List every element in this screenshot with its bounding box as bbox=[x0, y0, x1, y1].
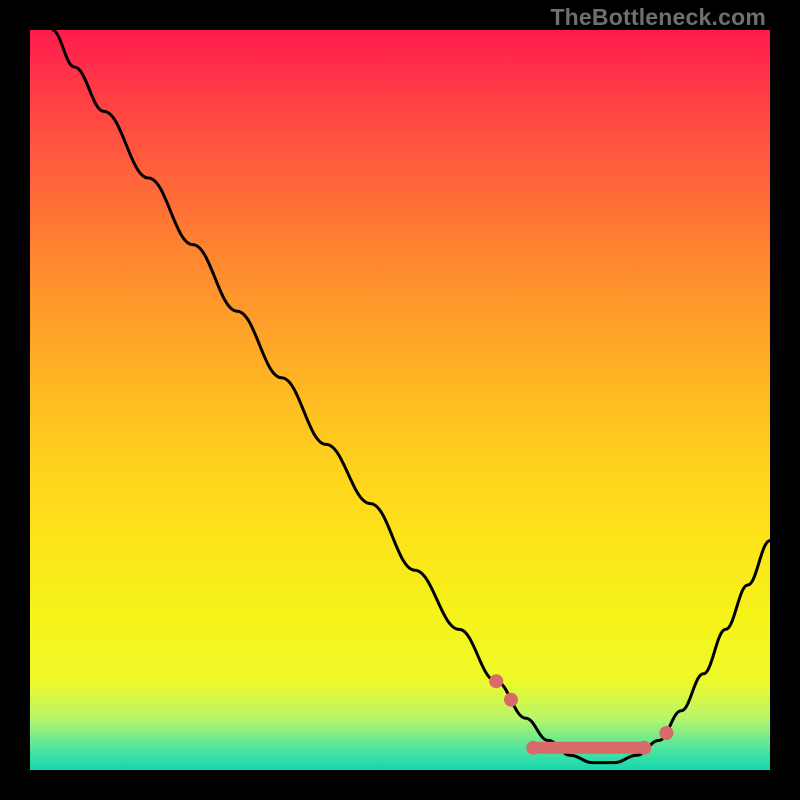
marker-dot bbox=[489, 674, 503, 688]
chart-svg bbox=[30, 30, 770, 770]
marker-dot bbox=[659, 726, 673, 740]
marker-dot bbox=[526, 741, 540, 755]
plot-area bbox=[30, 30, 770, 770]
curve-markers bbox=[489, 674, 673, 755]
marker-dot bbox=[504, 693, 518, 707]
marker-pill bbox=[533, 742, 644, 754]
watermark-text: TheBottleneck.com bbox=[550, 4, 766, 31]
marker-dot bbox=[637, 741, 651, 755]
bottleneck-curve bbox=[52, 30, 770, 763]
chart-stage: TheBottleneck.com bbox=[0, 0, 800, 800]
